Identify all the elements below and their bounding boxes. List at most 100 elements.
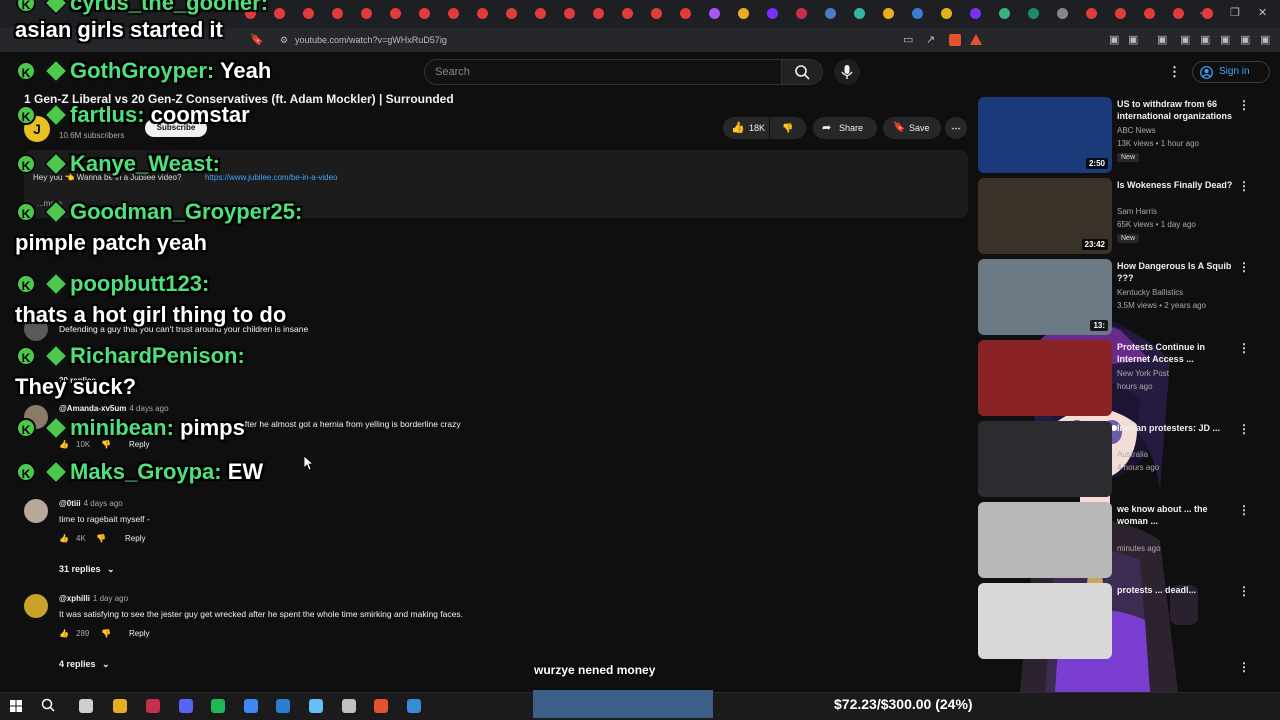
close-window-icon[interactable]: ✕ bbox=[1258, 8, 1267, 19]
taskbar-app-icon[interactable] bbox=[374, 699, 388, 713]
comment-dislike-icon[interactable]: 👎 bbox=[101, 629, 111, 638]
comment-reply-button[interactable]: Reply bbox=[129, 440, 149, 449]
tab-favicon-icon[interactable] bbox=[1173, 8, 1184, 19]
tab-favicon-icon[interactable] bbox=[535, 8, 546, 19]
tab-favicon-icon[interactable] bbox=[767, 8, 778, 19]
cast-icon[interactable]: ▭ bbox=[903, 35, 913, 46]
tab-favicon-icon[interactable] bbox=[825, 8, 836, 19]
video-thumbnail[interactable] bbox=[978, 340, 1112, 416]
voice-search-button[interactable] bbox=[834, 59, 860, 85]
video-menu-icon[interactable]: ⋮ bbox=[1238, 422, 1250, 436]
tab-favicon-icon[interactable] bbox=[506, 8, 517, 19]
dislike-button[interactable]: 👎 bbox=[770, 117, 806, 139]
video-channel[interactable]: Sam Harris bbox=[1117, 207, 1157, 216]
tab-favicon-icon[interactable] bbox=[448, 8, 459, 19]
extension-icon[interactable]: ▣ bbox=[1220, 35, 1230, 46]
tab-favicon-icon[interactable] bbox=[651, 8, 662, 19]
video-title[interactable]: Is Wokeness Finally Dead? bbox=[1117, 179, 1233, 191]
tab-favicon-icon[interactable] bbox=[1057, 8, 1068, 19]
tab-favicon-icon[interactable] bbox=[593, 8, 604, 19]
save-button[interactable]: 🔖 Save bbox=[883, 117, 941, 139]
settings-menu-icon[interactable]: ⋮ bbox=[1168, 64, 1181, 80]
brave-rewards-icon[interactable] bbox=[970, 34, 982, 45]
comment-replies-toggle[interactable]: 31 replies ⌄ bbox=[59, 564, 115, 575]
taskbar-app-icon[interactable] bbox=[276, 699, 290, 713]
extension-icon[interactable]: ▣ bbox=[1180, 35, 1190, 46]
taskbar-app-icon[interactable] bbox=[79, 699, 93, 713]
comment-like-icon[interactable]: 👍 bbox=[59, 440, 69, 449]
comment-reply-button[interactable]: Reply bbox=[125, 534, 145, 543]
video-thumbnail[interactable]: 13: bbox=[978, 259, 1112, 335]
taskbar-app-icon[interactable] bbox=[146, 699, 160, 713]
url-field[interactable]: youtube.com/watch?v=gWHxRuD57ig bbox=[272, 32, 892, 48]
video-title[interactable]: Protests Continue in Internet Access ... bbox=[1117, 341, 1233, 365]
site-info-icon[interactable]: ⚙ bbox=[280, 35, 288, 46]
taskbar-search-icon[interactable] bbox=[41, 698, 55, 712]
tab-favicon-icon[interactable] bbox=[883, 8, 894, 19]
taskbar-app-icon[interactable] bbox=[211, 699, 225, 713]
taskbar-app-icon[interactable] bbox=[407, 699, 421, 713]
tab-favicon-icon[interactable] bbox=[738, 8, 749, 19]
extension-icon[interactable]: ▣ bbox=[1200, 35, 1210, 46]
extension-icon[interactable]: ▣ bbox=[1128, 35, 1138, 46]
video-menu-icon[interactable]: ⋮ bbox=[1238, 179, 1250, 193]
tab-favicon-icon[interactable] bbox=[680, 8, 691, 19]
video-menu-icon[interactable]: ⋮ bbox=[1238, 98, 1250, 112]
search-input[interactable]: Search bbox=[424, 59, 782, 85]
comment-handle[interactable]: @0tiii bbox=[59, 499, 81, 508]
more-actions-button[interactable]: ⋯ bbox=[945, 117, 967, 139]
tab-favicon-icon[interactable] bbox=[912, 8, 923, 19]
video-thumbnail[interactable] bbox=[978, 502, 1112, 578]
tab-favicon-icon[interactable] bbox=[274, 8, 285, 19]
video-channel[interactable]: Australia bbox=[1117, 450, 1148, 459]
taskbar-app-icon[interactable] bbox=[113, 699, 127, 713]
comment-avatar[interactable] bbox=[24, 499, 48, 523]
search-button[interactable] bbox=[781, 59, 823, 85]
bookmark-icon[interactable]: 🔖 bbox=[250, 35, 264, 46]
sign-in-button[interactable]: Sign in bbox=[1192, 61, 1270, 83]
video-menu-icon[interactable]: ⋮ bbox=[1238, 660, 1250, 674]
video-menu-icon[interactable]: ⋮ bbox=[1238, 503, 1250, 517]
video-title[interactable]: we know about ... the woman ... bbox=[1117, 503, 1233, 527]
comment-handle[interactable]: @xphilli bbox=[59, 594, 90, 603]
video-menu-icon[interactable]: ⋮ bbox=[1238, 584, 1250, 598]
video-channel[interactable]: ABC News bbox=[1117, 126, 1156, 135]
comment-like-icon[interactable]: 👍 bbox=[59, 534, 69, 543]
video-title[interactable]: protests ... deadl... bbox=[1117, 584, 1233, 596]
video-channel[interactable]: Kentucky Ballistics bbox=[1117, 288, 1183, 297]
video-thumbnail[interactable]: 23:42 bbox=[978, 178, 1112, 254]
taskbar-app-icon[interactable] bbox=[244, 699, 258, 713]
video-menu-icon[interactable]: ⋮ bbox=[1238, 260, 1250, 274]
tab-favicon-icon[interactable] bbox=[332, 8, 343, 19]
tab-favicon-icon[interactable] bbox=[361, 8, 372, 19]
taskbar-app-icon[interactable] bbox=[309, 699, 323, 713]
share-page-icon[interactable]: ↗ bbox=[926, 35, 935, 46]
tab-favicon-icon[interactable] bbox=[390, 8, 401, 19]
maximize-icon[interactable]: ❐ bbox=[1230, 8, 1240, 19]
tab-favicon-icon[interactable] bbox=[999, 8, 1010, 19]
comment-avatar[interactable] bbox=[24, 594, 48, 618]
taskbar-app-icon[interactable] bbox=[342, 699, 356, 713]
tab-favicon-icon[interactable] bbox=[564, 8, 575, 19]
video-thumbnail[interactable] bbox=[978, 421, 1112, 497]
video-thumbnail[interactable] bbox=[978, 583, 1112, 659]
description-link[interactable]: https://www.jubilee.com/be-in-a-video bbox=[205, 173, 338, 182]
comment-replies-toggle[interactable]: 4 replies ⌄ bbox=[59, 659, 110, 670]
video-title[interactable]: Iranian protesters: JD ... bbox=[1117, 422, 1233, 434]
comment-like-icon[interactable]: 👍 bbox=[59, 629, 69, 638]
tab-favicon-icon[interactable] bbox=[303, 8, 314, 19]
video-title[interactable]: US to withdraw from 66 international org… bbox=[1117, 98, 1233, 122]
tab-favicon-icon[interactable] bbox=[477, 8, 488, 19]
comment-handle[interactable]: @Amanda-xv5um bbox=[59, 404, 126, 413]
extension-icon[interactable]: ▣ bbox=[1157, 35, 1167, 46]
tab-favicon-icon[interactable] bbox=[1144, 8, 1155, 19]
video-title[interactable]: How Dangerous Is A Squib ??? bbox=[1117, 260, 1233, 284]
tab-favicon-icon[interactable] bbox=[970, 8, 981, 19]
extension-icon[interactable]: ▣ bbox=[1260, 35, 1270, 46]
extension-icon[interactable]: ▣ bbox=[1109, 35, 1119, 46]
tab-favicon-icon[interactable] bbox=[1086, 8, 1097, 19]
comment-reply-button[interactable]: Reply bbox=[129, 629, 149, 638]
start-button[interactable] bbox=[10, 699, 22, 712]
tab-favicon-icon[interactable] bbox=[796, 8, 807, 19]
video-channel[interactable]: New York Post bbox=[1117, 369, 1169, 378]
